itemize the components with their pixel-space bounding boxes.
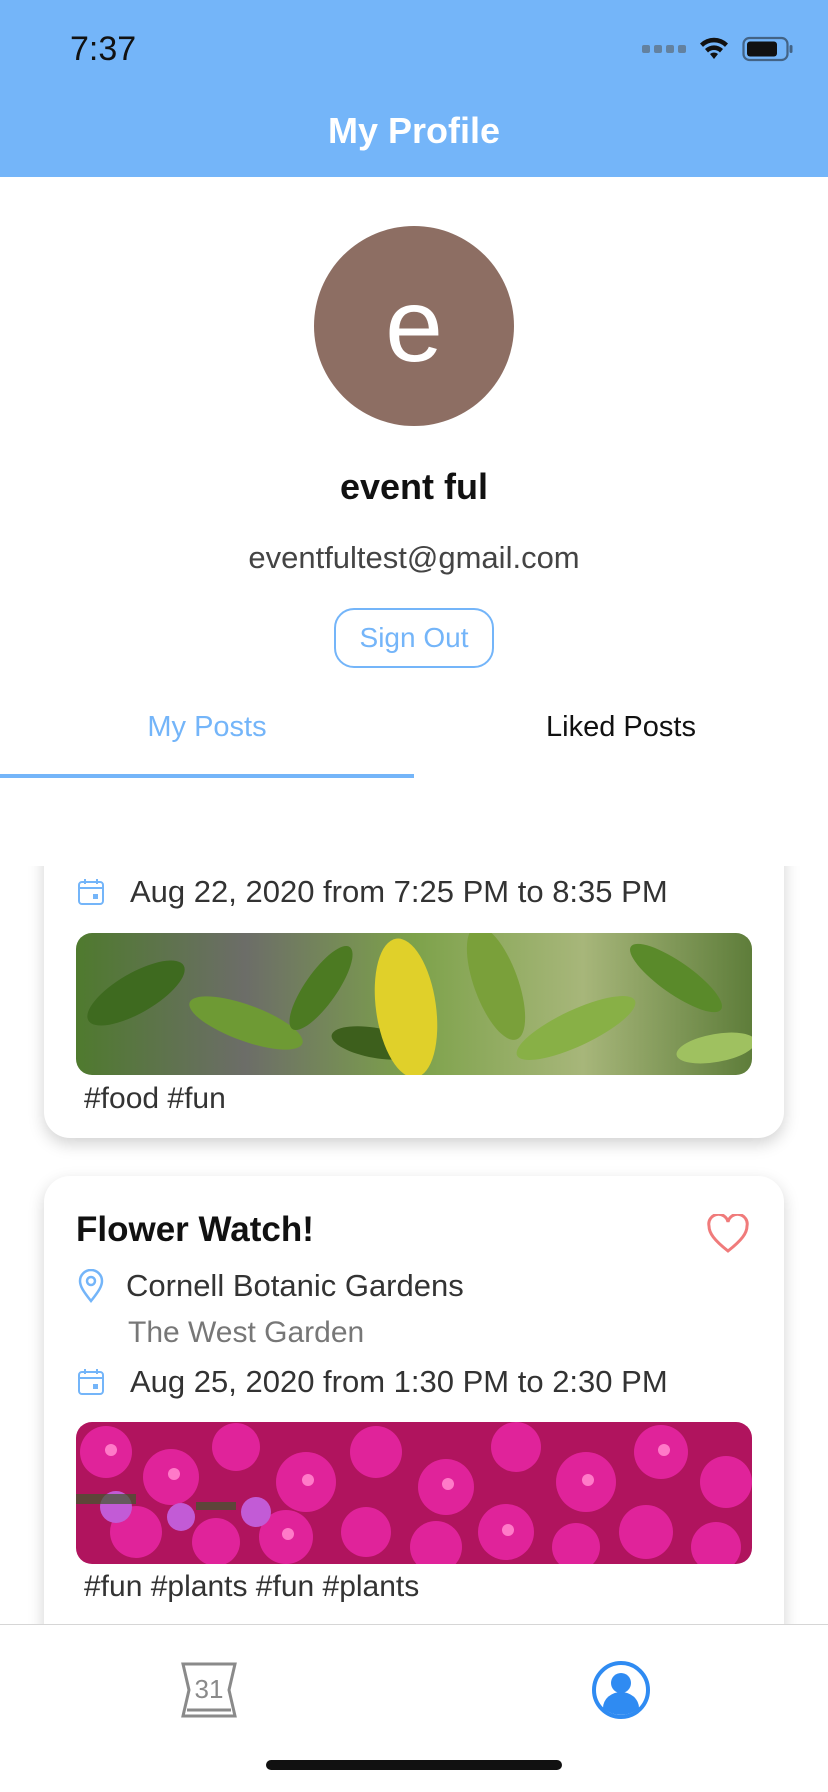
profile-tab[interactable] <box>586 1655 656 1725</box>
post-date-row: Aug 25, 2020 from 1:30 PM to 2:30 PM <box>76 1364 668 1400</box>
post-date: Aug 22, 2020 from 7:25 PM to 8:35 PM <box>130 874 668 909</box>
bottom-tab-bar: 31 <box>0 1624 828 1792</box>
post-sublocation: The West Garden <box>128 1316 365 1349</box>
location-pin-icon <box>76 1269 106 1303</box>
tab-liked-posts[interactable]: Liked Posts <box>414 700 828 778</box>
user-name: event ful <box>339 466 489 507</box>
profile-icon <box>592 1661 650 1719</box>
wifi-icon <box>700 37 728 59</box>
calendar-tab[interactable]: 31 <box>174 1655 244 1725</box>
calendar-icon <box>76 1367 106 1397</box>
post-tags: #fun #plants #fun #plants <box>84 1570 420 1603</box>
post-title: Flower Watch! <box>76 1210 314 1249</box>
calendar-day-icon: 31 <box>181 1662 237 1718</box>
heart-icon[interactable] <box>706 1214 750 1254</box>
post-date: Aug 25, 2020 from 1:30 PM to 2:30 PM <box>130 1364 668 1399</box>
status-time: 7:37 <box>70 30 137 68</box>
post-card[interactable]: Flower Watch! Cornell Botanic Gardens Th… <box>44 1176 784 1624</box>
header: 7:37 My Profile <box>0 0 828 177</box>
active-tab-indicator <box>0 774 414 778</box>
home-indicator <box>266 1760 562 1770</box>
sign-out-button[interactable]: Sign Out <box>334 608 494 668</box>
page-title: My Profile <box>327 110 501 151</box>
status-icons <box>642 36 794 62</box>
calendar-day-number: 31 <box>195 1674 224 1704</box>
battery-icon <box>742 36 793 62</box>
profile-tabs: My Posts Liked Posts <box>0 700 828 780</box>
post-tags: #food #fun <box>84 1082 226 1115</box>
cellular-signal-icon <box>642 45 686 53</box>
post-location-row: Cornell Botanic Gardens <box>76 1268 464 1304</box>
user-email: eventfultest@gmail.com <box>248 540 580 575</box>
post-image[interactable] <box>76 1422 752 1564</box>
post-date-row: Aug 22, 2020 from 7:25 PM to 8:35 PM <box>76 874 668 910</box>
post-image[interactable] <box>76 933 752 1075</box>
avatar: e <box>314 226 514 426</box>
posts-feed[interactable]: Aug 22, 2020 from 7:25 PM to 8:35 PM #fo… <box>0 866 828 1624</box>
post-location: Cornell Botanic Gardens <box>126 1268 464 1303</box>
tab-my-posts[interactable]: My Posts <box>0 700 414 778</box>
post-card[interactable]: Aug 22, 2020 from 7:25 PM to 8:35 PM #fo… <box>44 866 784 1138</box>
calendar-icon <box>76 877 106 907</box>
